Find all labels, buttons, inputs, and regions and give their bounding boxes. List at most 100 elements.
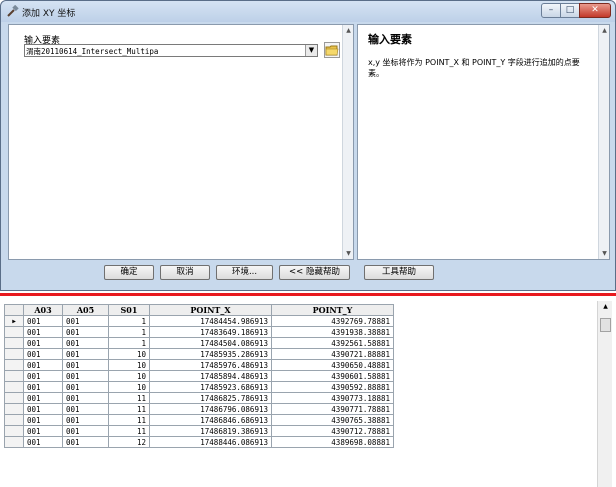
close-button[interactable]: ✕: [579, 3, 611, 18]
table-cell[interactable]: 001: [23, 326, 63, 338]
table-cell[interactable]: 001: [62, 425, 109, 437]
row-selector-header[interactable]: [4, 304, 24, 316]
table-cell[interactable]: 17485923.686913: [149, 381, 272, 393]
table-cell[interactable]: 001: [62, 337, 109, 349]
table-cell[interactable]: 001: [23, 425, 63, 437]
table-scrollbar[interactable]: ▲: [597, 301, 612, 487]
row-selector[interactable]: ▶: [4, 315, 24, 327]
row-selector[interactable]: [4, 337, 24, 349]
row-selector[interactable]: [4, 359, 24, 371]
table-cell[interactable]: 17485935.286913: [149, 348, 272, 360]
scroll-up-icon[interactable]: ▲: [343, 25, 354, 36]
table-cell[interactable]: 4390592.88881: [271, 381, 394, 393]
table-cell[interactable]: 4390773.18881: [271, 392, 394, 404]
table-cell[interactable]: 1: [108, 315, 150, 327]
row-selector[interactable]: [4, 348, 24, 360]
table-cell[interactable]: 001: [23, 359, 63, 371]
table-cell[interactable]: 4390765.38881: [271, 414, 394, 426]
table-row[interactable]: 001 001 11 17486819.386913 4390712.78881: [4, 425, 394, 437]
table-cell[interactable]: 17484504.086913: [149, 337, 272, 349]
table-cell[interactable]: 001: [23, 414, 63, 426]
row-selector[interactable]: [4, 370, 24, 382]
row-selector[interactable]: [4, 425, 24, 437]
table-cell[interactable]: 001: [23, 381, 63, 393]
table-cell[interactable]: 4390771.78881: [271, 403, 394, 415]
row-selector[interactable]: [4, 403, 24, 415]
table-cell[interactable]: 17486846.686913: [149, 414, 272, 426]
title-bar[interactable]: 添加 XY 坐标 – □ ✕: [1, 1, 615, 22]
table-row[interactable]: 001 001 1 17483649.186913 4391938.38881: [4, 326, 394, 338]
input-features-dropdown[interactable]: 渭南20110614_Intersect_Multipa ▼: [24, 44, 318, 57]
table-cell[interactable]: 17486819.386913: [149, 425, 272, 437]
table-cell[interactable]: 001: [62, 392, 109, 404]
table-cell[interactable]: 17483649.186913: [149, 326, 272, 338]
parameters-scrollbar[interactable]: ▲ ▼: [342, 25, 353, 259]
table-row[interactable]: 001 001 11 17486846.686913 4390765.38881: [4, 414, 394, 426]
minimize-button[interactable]: –: [541, 3, 561, 18]
table-cell[interactable]: 001: [23, 315, 63, 327]
table-cell[interactable]: 001: [23, 436, 63, 448]
table-cell[interactable]: 001: [23, 403, 63, 415]
environments-button[interactable]: 环境...: [216, 265, 273, 280]
table-cell[interactable]: 001: [62, 359, 109, 371]
table-cell[interactable]: 001: [62, 414, 109, 426]
browse-folder-button[interactable]: [324, 42, 340, 58]
table-cell[interactable]: 001: [62, 326, 109, 338]
table-cell[interactable]: 1: [108, 337, 150, 349]
row-selector[interactable]: [4, 392, 24, 404]
column-header-point-y[interactable]: POINT_Y: [271, 304, 394, 316]
table-row[interactable]: 001 001 10 17485894.486913 4390601.58881: [4, 370, 394, 382]
column-header-a05[interactable]: A05: [62, 304, 109, 316]
table-cell[interactable]: 001: [23, 348, 63, 360]
table-cell[interactable]: 17486825.786913: [149, 392, 272, 404]
table-cell[interactable]: 001: [62, 403, 109, 415]
table-row[interactable]: 001 001 1 17484504.086913 4392561.58881: [4, 337, 394, 349]
table-row[interactable]: ▶ 001 001 1 17484454.986913 4392769.78881: [4, 315, 394, 327]
table-cell[interactable]: 10: [108, 359, 150, 371]
table-cell[interactable]: 11: [108, 425, 150, 437]
table-cell[interactable]: 12: [108, 436, 150, 448]
table-cell[interactable]: 10: [108, 348, 150, 360]
ok-button[interactable]: 确定: [104, 265, 154, 280]
table-row[interactable]: 001 001 10 17485923.686913 4390592.88881: [4, 381, 394, 393]
row-selector[interactable]: [4, 436, 24, 448]
table-cell[interactable]: 17485976.486913: [149, 359, 272, 371]
table-cell[interactable]: 4390712.78881: [271, 425, 394, 437]
table-cell[interactable]: 17488446.086913: [149, 436, 272, 448]
row-selector[interactable]: [4, 326, 24, 338]
table-cell[interactable]: 4392769.78881: [271, 315, 394, 327]
scroll-thumb[interactable]: [600, 318, 611, 332]
table-cell[interactable]: 1: [108, 326, 150, 338]
table-cell[interactable]: 001: [23, 392, 63, 404]
scroll-down-icon[interactable]: ▼: [343, 248, 354, 259]
table-row[interactable]: 001 001 10 17485935.286913 4390721.88881: [4, 348, 394, 360]
table-cell[interactable]: 001: [23, 337, 63, 349]
table-cell[interactable]: 4391938.38881: [271, 326, 394, 338]
table-row[interactable]: 001 001 11 17486796.086913 4390771.78881: [4, 403, 394, 415]
column-header-s01[interactable]: S01: [108, 304, 150, 316]
table-cell[interactable]: 4390650.48881: [271, 359, 394, 371]
table-cell[interactable]: 11: [108, 392, 150, 404]
table-cell[interactable]: 10: [108, 381, 150, 393]
table-cell[interactable]: 4390601.58881: [271, 370, 394, 382]
table-cell[interactable]: 17485894.486913: [149, 370, 272, 382]
scroll-up-icon[interactable]: ▲: [598, 303, 613, 310]
table-cell[interactable]: 001: [23, 370, 63, 382]
column-header-a03[interactable]: A03: [23, 304, 63, 316]
table-cell[interactable]: 4389698.08881: [271, 436, 394, 448]
table-cell[interactable]: 001: [62, 315, 109, 327]
table-cell[interactable]: 001: [62, 348, 109, 360]
table-cell[interactable]: 11: [108, 403, 150, 415]
table-cell[interactable]: 17484454.986913: [149, 315, 272, 327]
table-cell[interactable]: 4392561.58881: [271, 337, 394, 349]
table-row[interactable]: 001 001 12 17488446.086913 4389698.08881: [4, 436, 394, 448]
column-header-point-x[interactable]: POINT_X: [149, 304, 272, 316]
scroll-up-icon[interactable]: ▲: [599, 25, 610, 36]
table-row[interactable]: 001 001 10 17485976.486913 4390650.48881: [4, 359, 394, 371]
cancel-button[interactable]: 取消: [160, 265, 210, 280]
help-scrollbar[interactable]: ▲ ▼: [598, 25, 609, 259]
chevron-down-icon[interactable]: ▼: [305, 45, 317, 56]
table-cell[interactable]: 17486796.086913: [149, 403, 272, 415]
row-selector[interactable]: [4, 414, 24, 426]
table-cell[interactable]: 001: [62, 381, 109, 393]
